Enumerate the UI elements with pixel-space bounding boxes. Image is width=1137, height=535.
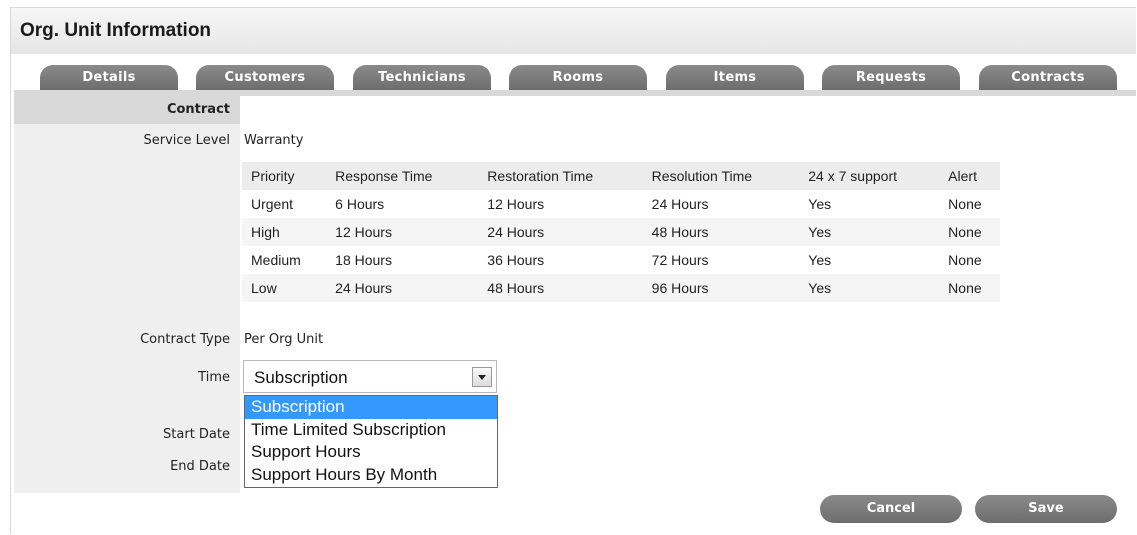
- table-cell: 24 Hours: [478, 218, 643, 246]
- table-cell: 96 Hours: [642, 274, 800, 302]
- dropdown-toggle-button[interactable]: [472, 367, 492, 387]
- contract-type-label: Contract Type: [140, 332, 230, 347]
- cancel-button[interactable]: Cancel: [820, 495, 962, 523]
- table-cell: Medium: [251, 252, 301, 268]
- table-cell: 12 Hours: [326, 218, 479, 246]
- tab-items[interactable]: Items: [666, 65, 804, 90]
- tab-contracts[interactable]: Contracts: [979, 65, 1117, 90]
- tab-technicians[interactable]: Technicians: [353, 65, 491, 90]
- table-cell: Urgent: [251, 196, 294, 212]
- service-level-value: Warranty: [244, 133, 304, 148]
- table-cell: 18 Hours: [335, 252, 392, 268]
- time-select-value: Subscription: [254, 368, 348, 387]
- section-title: Contract: [166, 102, 230, 117]
- page-title: Org. Unit Information: [20, 20, 212, 41]
- column-header: Alert: [939, 162, 1000, 190]
- table-cell: None: [939, 274, 1000, 302]
- end-date-label: End Date: [170, 459, 230, 474]
- table-cell: Yes: [799, 218, 940, 246]
- table-cell: None: [939, 218, 1000, 246]
- column-header: Restoration Time: [478, 162, 643, 190]
- dropdown-option-support-hours-by-month[interactable]: Support Hours By Month: [245, 464, 497, 487]
- table-cell: Yes: [808, 252, 832, 268]
- table-cell: Yes: [808, 196, 832, 212]
- table-row: Medium 18 Hours 36 Hours 72 Hours Yes No…: [242, 246, 1000, 274]
- column-header: Resolution Time: [642, 162, 800, 190]
- table-cell: 24 Hours: [651, 196, 709, 212]
- table-cell: Yes: [799, 274, 940, 302]
- dropdown-option-support-hours[interactable]: Support Hours: [245, 441, 497, 464]
- chevron-down-icon: [478, 375, 486, 380]
- table-cell: High: [242, 218, 327, 246]
- table-row: Low 24 Hours 48 Hours 96 Hours Yes None: [242, 274, 1000, 302]
- tab-bar: Details Customers Technicians Rooms Item…: [11, 54, 1136, 90]
- table-row: High 12 Hours 24 Hours 48 Hours Yes None: [242, 218, 1000, 246]
- dropdown-option-subscription[interactable]: Subscription: [245, 396, 497, 419]
- time-select[interactable]: Subscription: [243, 360, 497, 393]
- table-cell: 24 Hours: [326, 274, 479, 302]
- sla-table: Priority Response Time Restoration Time …: [242, 162, 1000, 302]
- table-row: Urgent 6 Hours 12 Hours 24 Hours Yes Non…: [242, 190, 1000, 218]
- tab-requests[interactable]: Requests: [822, 65, 960, 90]
- service-level-label: Service Level: [143, 133, 231, 148]
- table-cell: None: [948, 252, 982, 268]
- title-bar: Org. Unit Information: [11, 8, 1136, 55]
- table-cell: 72 Hours: [651, 252, 709, 268]
- sla-table-header: Priority Response Time Restoration Time …: [242, 162, 1000, 190]
- table-cell: 36 Hours: [487, 252, 545, 268]
- table-cell: None: [948, 196, 982, 212]
- column-header: Priority: [242, 162, 327, 190]
- save-button[interactable]: Save: [975, 495, 1117, 523]
- column-header: 24 x 7 support: [799, 162, 940, 190]
- tab-details[interactable]: Details: [40, 65, 178, 90]
- table-cell: 6 Hours: [335, 196, 385, 212]
- table-cell: 12 Hours: [487, 196, 545, 212]
- time-dropdown-list: Subscription Time Limited Subscription S…: [244, 395, 498, 488]
- table-cell: 48 Hours: [478, 274, 643, 302]
- time-label: Time: [198, 370, 230, 385]
- tab-rooms[interactable]: Rooms: [509, 65, 647, 90]
- column-header: Response Time: [326, 162, 479, 190]
- dropdown-option-time-limited-subscription[interactable]: Time Limited Subscription: [245, 419, 497, 442]
- contract-type-value: Per Org Unit: [244, 332, 324, 347]
- table-cell: 48 Hours: [642, 218, 800, 246]
- tab-customers[interactable]: Customers: [196, 65, 334, 90]
- table-cell: Low: [242, 274, 327, 302]
- org-unit-panel: Org. Unit Information Details Customers …: [10, 7, 1136, 534]
- start-date-label: Start Date: [163, 427, 230, 442]
